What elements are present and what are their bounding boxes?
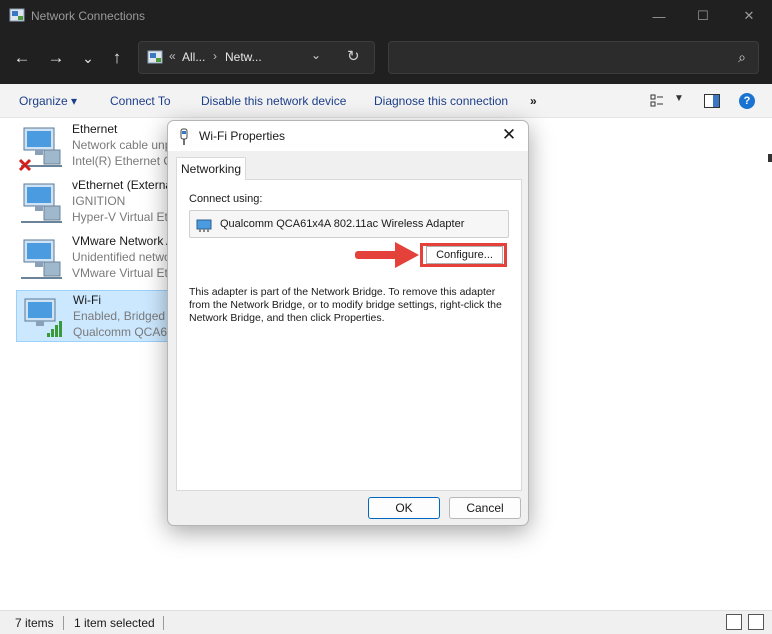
connection-device: Qualcomm QCA61 bbox=[73, 325, 174, 339]
network-adapter-icon bbox=[21, 239, 62, 279]
dialog-title: Wi-Fi Properties bbox=[199, 129, 286, 143]
address-dropdown-icon[interactable]: ⌄ bbox=[311, 48, 321, 62]
network-connections-window: Network Connections — ☐ ✕ ← → ⌄ ↑ « All.… bbox=[0, 0, 772, 634]
connection-name: VMware Network A bbox=[72, 234, 175, 248]
item-count: 7 items bbox=[15, 616, 54, 630]
status-divider bbox=[163, 616, 164, 630]
more-commands-button[interactable]: » bbox=[530, 94, 537, 108]
networking-tab-panel: Connect using: Qualcomm QCA61x4A 802.11a… bbox=[176, 179, 522, 491]
minimize-button[interactable]: — bbox=[636, 0, 682, 32]
view-dropdown-icon[interactable]: ▼ bbox=[674, 93, 684, 104]
network-card-icon bbox=[196, 219, 212, 232]
title-bar: Network Connections — ☐ ✕ bbox=[0, 0, 772, 32]
breadcrumb-network[interactable]: Netw... bbox=[225, 50, 262, 64]
status-bar: 7 items 1 item selected bbox=[0, 610, 772, 634]
wifi-properties-dialog: Wi-Fi Properties ✕ Networking Connect us… bbox=[167, 120, 529, 526]
network-adapter-icon bbox=[21, 183, 62, 223]
command-bar: Organize ▾ Connect To Disable this netwo… bbox=[0, 84, 772, 118]
connection-status: Unidentified netwo bbox=[72, 250, 171, 264]
adapter-field: Qualcomm QCA61x4A 802.11ac Wireless Adap… bbox=[189, 210, 509, 238]
list-item-vethernet[interactable]: vEthernet (Externa IGNITION Hyper-V Virt… bbox=[16, 176, 176, 228]
preview-pane-icon[interactable] bbox=[704, 94, 720, 108]
annotation-arrow-icon bbox=[355, 242, 419, 268]
adapter-name: Qualcomm QCA61x4A 802.11ac Wireless Adap… bbox=[220, 218, 465, 230]
edge-mark bbox=[768, 154, 772, 162]
diagnose-connection-button[interactable]: Diagnose this connection bbox=[374, 94, 508, 108]
list-item-vmware[interactable]: VMware Network A Unidentified netwo VMwa… bbox=[16, 232, 176, 284]
back-button[interactable]: ← bbox=[10, 46, 34, 70]
connection-status: Network cable unp bbox=[72, 138, 172, 152]
search-input[interactable]: ⌕ bbox=[388, 41, 759, 74]
recent-locations-button[interactable]: ⌄ bbox=[76, 46, 100, 70]
navigation-bar: ← → ⌄ ↑ « All... › Netw... ⌄ ↻ ⌕ bbox=[0, 32, 772, 84]
connection-status: IGNITION bbox=[72, 194, 126, 208]
refresh-icon[interactable]: ↻ bbox=[347, 47, 360, 65]
breadcrumb-all[interactable]: All... bbox=[182, 50, 205, 64]
selection-count: 1 item selected bbox=[74, 616, 155, 630]
connection-device: Hyper-V Virtual Eth bbox=[72, 210, 175, 224]
control-panel-icon bbox=[147, 50, 163, 64]
large-icons-view-icon[interactable] bbox=[748, 614, 764, 630]
dialog-close-icon[interactable]: ✕ bbox=[498, 125, 520, 145]
list-item-wifi[interactable]: Wi-Fi Enabled, Bridged Qualcomm QCA61 bbox=[16, 290, 176, 342]
connection-device: Intel(R) Ethernet C bbox=[72, 154, 173, 168]
ok-button[interactable]: OK bbox=[368, 497, 440, 519]
forward-button[interactable]: → bbox=[44, 46, 68, 70]
list-item-ethernet[interactable]: Ethernet Network cable unp Intel(R) Ethe… bbox=[16, 120, 176, 172]
connect-to-button[interactable]: Connect To bbox=[110, 94, 171, 108]
close-button[interactable]: ✕ bbox=[726, 0, 772, 32]
breadcrumb-overflow[interactable]: « bbox=[169, 49, 176, 63]
dialog-title-bar: Wi-Fi Properties ✕ bbox=[168, 121, 528, 151]
address-bar[interactable]: « All... › Netw... ⌄ ↻ bbox=[138, 41, 375, 74]
network-connections-icon bbox=[9, 8, 25, 22]
up-button[interactable]: ↑ bbox=[105, 46, 129, 70]
disable-device-button[interactable]: Disable this network device bbox=[201, 94, 346, 108]
wifi-adapter-icon bbox=[180, 128, 188, 145]
window-title: Network Connections bbox=[31, 9, 146, 23]
connection-name: Ethernet bbox=[72, 122, 118, 136]
connect-using-label: Connect using: bbox=[189, 193, 263, 205]
status-divider bbox=[63, 616, 64, 630]
breadcrumb-separator: › bbox=[213, 49, 217, 63]
bridge-description: This adapter is part of the Network Brid… bbox=[189, 286, 502, 324]
connection-name: Wi-Fi bbox=[73, 293, 101, 307]
help-icon[interactable]: ? bbox=[739, 93, 755, 109]
disconnected-x-icon bbox=[18, 158, 32, 172]
configure-button[interactable]: Configure... bbox=[426, 246, 503, 264]
organize-menu[interactable]: Organize ▾ bbox=[19, 94, 77, 108]
connection-device: VMware Virtual Eth bbox=[72, 266, 175, 280]
connection-status: Enabled, Bridged bbox=[73, 309, 166, 323]
connection-name: vEthernet (Externa bbox=[72, 178, 173, 192]
cancel-button[interactable]: Cancel bbox=[449, 497, 521, 519]
change-view-icon[interactable] bbox=[650, 94, 664, 108]
tab-networking[interactable]: Networking bbox=[176, 157, 246, 180]
maximize-button[interactable]: ☐ bbox=[680, 0, 726, 32]
wireless-adapter-icon bbox=[24, 298, 62, 337]
search-icon[interactable]: ⌕ bbox=[738, 49, 746, 66]
details-view-icon[interactable] bbox=[726, 614, 742, 630]
